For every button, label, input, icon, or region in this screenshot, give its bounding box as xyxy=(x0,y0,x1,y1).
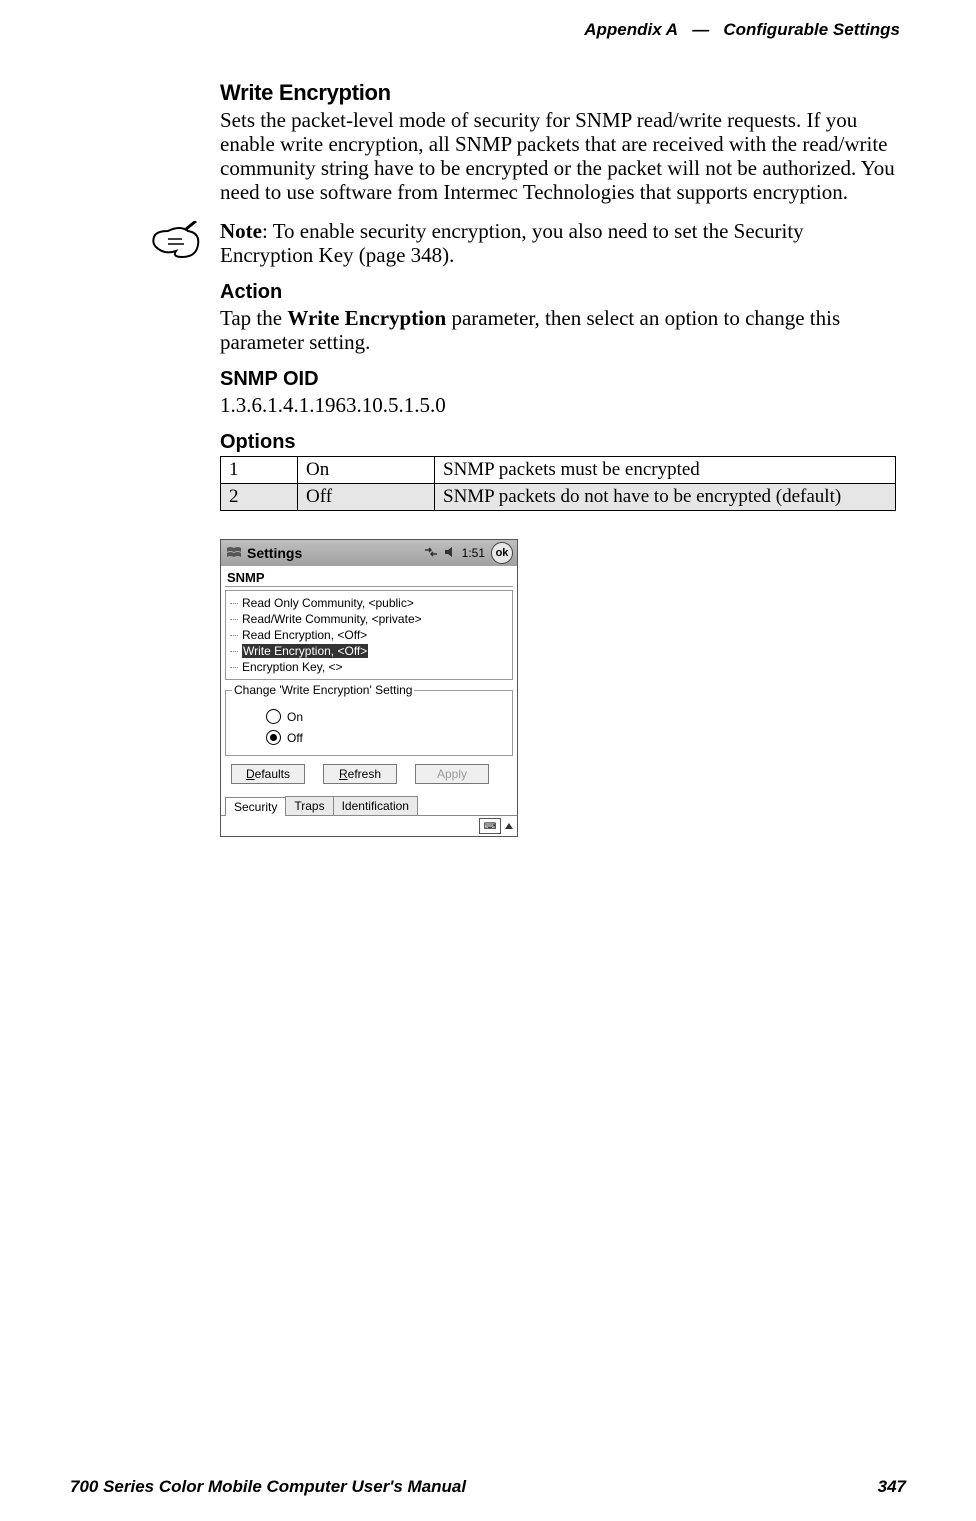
change-legend: Change 'Write Encryption' Setting xyxy=(232,683,414,697)
tabs: Security Traps Identification xyxy=(225,796,513,815)
option-desc: SNMP packets do not have to be encrypted… xyxy=(435,484,896,511)
device-screenshot: Settings 1:51 ok SNMP Read Only Communit xyxy=(220,539,518,837)
head-sep: — xyxy=(692,20,709,39)
speaker-icon xyxy=(444,546,456,561)
device-app-title: Settings xyxy=(247,545,302,561)
radio-off-label: Off xyxy=(287,731,303,745)
ok-button[interactable]: ok xyxy=(491,542,513,564)
radio-on[interactable]: On xyxy=(266,709,506,724)
running-head: Appendix A — Configurable Settings xyxy=(70,20,906,40)
snmp-oid-title: SNMP OID xyxy=(220,368,896,391)
note-block: Note: To enable security encryption, you… xyxy=(150,219,896,267)
note-text: Note: To enable security encryption, you… xyxy=(220,219,896,267)
radio-icon xyxy=(266,709,281,724)
footer: 700 Series Color Mobile Computer User's … xyxy=(70,1477,906,1497)
tree-item-selected[interactable]: Write Encryption, <Off> xyxy=(228,643,510,659)
section-label: Configurable Settings xyxy=(723,20,900,39)
radio-on-label: On xyxy=(287,710,303,724)
defaults-button[interactable]: Defaults xyxy=(231,764,305,784)
options-title: Options xyxy=(220,431,896,454)
change-setting-group: Change 'Write Encryption' Setting On Off xyxy=(225,683,513,756)
sip-up-icon[interactable] xyxy=(505,823,513,829)
device-bottombar: ⌨ xyxy=(221,815,517,836)
connectivity-icon xyxy=(424,546,438,561)
keyboard-icon[interactable]: ⌨ xyxy=(479,818,501,834)
action-body: Tap the Write Encryption parameter, then… xyxy=(220,306,896,354)
snmp-oid-value: 1.3.6.1.4.1.1963.10.5.1.5.0 xyxy=(220,393,896,417)
tree-item[interactable]: Encryption Key, <> xyxy=(228,659,510,675)
tab-traps[interactable]: Traps xyxy=(285,796,333,815)
option-label: On xyxy=(298,457,435,484)
tab-identification[interactable]: Identification xyxy=(333,796,418,815)
tree-item[interactable]: Read/Write Community, <private> xyxy=(228,611,510,627)
option-label: Off xyxy=(298,484,435,511)
device-panel-label: SNMP xyxy=(225,569,513,587)
section-title: Write Encryption xyxy=(220,80,896,106)
action-title: Action xyxy=(220,281,896,304)
note-body: : To enable security encryption, you als… xyxy=(220,219,804,267)
footer-left: 700 Series Color Mobile Computer User's … xyxy=(70,1477,466,1497)
radio-off[interactable]: Off xyxy=(266,730,506,745)
table-row: 2 Off SNMP packets do not have to be enc… xyxy=(221,484,896,511)
options-table: 1 On SNMP packets must be encrypted 2 Of… xyxy=(220,456,896,511)
note-label: Note xyxy=(220,219,262,243)
tree-item[interactable]: Read Encryption, <Off> xyxy=(228,627,510,643)
windows-flag-icon xyxy=(225,544,243,562)
option-num: 2 xyxy=(221,484,298,511)
option-num: 1 xyxy=(221,457,298,484)
table-row: 1 On SNMP packets must be encrypted xyxy=(221,457,896,484)
device-titlebar: Settings 1:51 ok xyxy=(221,540,517,566)
appendix-label: Appendix A xyxy=(584,20,678,39)
section-body: Sets the packet-level mode of security f… xyxy=(220,108,896,205)
apply-button[interactable]: Apply xyxy=(415,764,489,784)
option-desc: SNMP packets must be encrypted xyxy=(435,457,896,484)
tree-field: Read Only Community, <public> Read/Write… xyxy=(225,590,513,680)
radio-icon xyxy=(266,730,281,745)
tree-item[interactable]: Read Only Community, <public> xyxy=(228,595,510,611)
refresh-button[interactable]: Refresh xyxy=(323,764,397,784)
page-number: 347 xyxy=(878,1477,906,1497)
note-icon xyxy=(150,221,202,263)
tab-security[interactable]: Security xyxy=(225,797,286,816)
device-time: 1:51 xyxy=(462,546,485,560)
